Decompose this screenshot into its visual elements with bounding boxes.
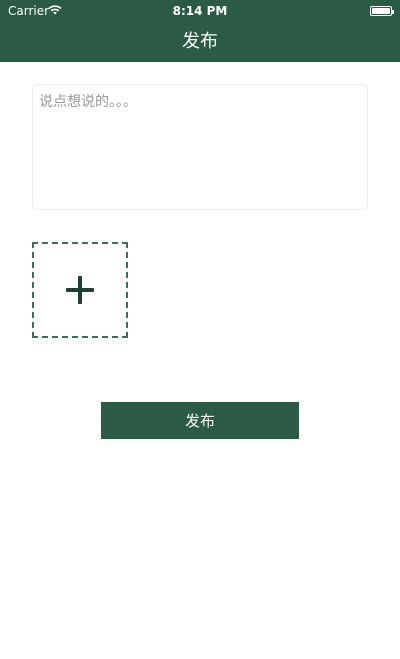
page-title: 发布 [182, 31, 218, 52]
status-bar: Carrier 8:14 PM [0, 0, 400, 22]
post-text-input[interactable] [33, 85, 367, 209]
status-time: 8:14 PM [172, 4, 228, 18]
battery-icon [370, 6, 394, 16]
publish-button[interactable]: 发布 [101, 402, 299, 439]
plus-icon [66, 276, 94, 304]
add-image-button[interactable] [32, 242, 128, 338]
post-text-card [32, 84, 368, 210]
nav-header: Carrier 8:14 PM 发布 [0, 0, 400, 62]
